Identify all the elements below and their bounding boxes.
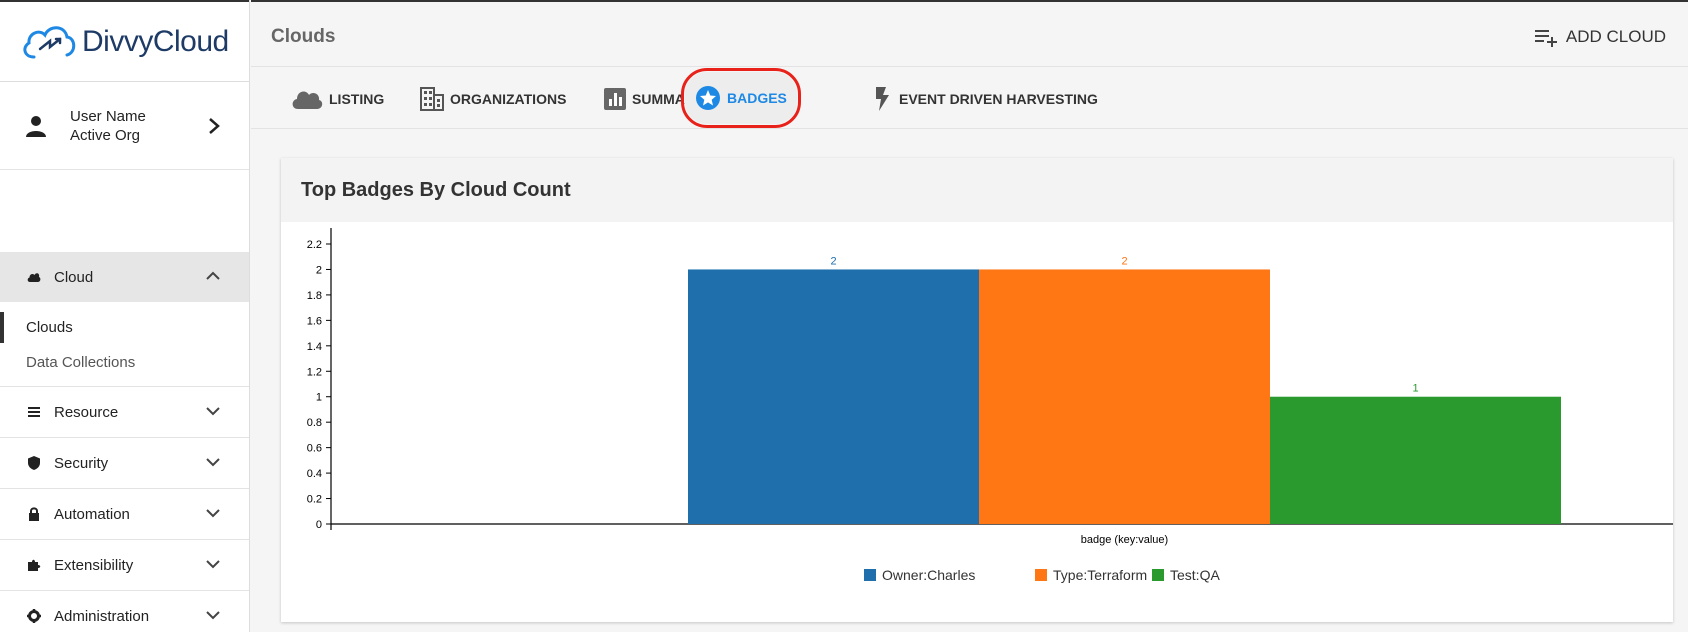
nav-extensibility-label: Extensibility	[54, 556, 134, 574]
tab-event-driven-harvesting[interactable]: EVENT DRIVEN HARVESTING	[873, 81, 1098, 117]
tab-badges[interactable]: BADGES	[681, 68, 801, 128]
list-icon	[26, 404, 42, 420]
y-tick-label: 2.2	[307, 239, 322, 251]
cloud-icon	[26, 269, 42, 285]
nav-automation-label: Automation	[54, 505, 130, 523]
tab-organizations[interactable]: ORGANIZATIONS	[420, 81, 566, 117]
y-tick-label: 0.4	[307, 468, 322, 480]
chevron-up-icon	[206, 271, 220, 280]
y-tick-label: 1.4	[307, 341, 322, 353]
y-tick-label: 1	[316, 392, 322, 404]
cloud-icon	[292, 91, 323, 109]
nav-cloud-label: Cloud	[54, 268, 94, 286]
user-name: User Name	[70, 107, 146, 125]
tab-bar: LISTING ORGANIZATIONS SUMMARY BADGES EVE…	[251, 67, 1688, 129]
legend-label: Type:Terraform	[1053, 567, 1147, 583]
bar-value-label: 2	[1121, 255, 1127, 267]
legend-swatch	[864, 569, 876, 581]
user-menu[interactable]: User Name Active Org	[0, 82, 249, 170]
chevron-down-icon	[206, 407, 220, 416]
lightning-icon	[876, 87, 889, 111]
chart-card: Top Badges By Cloud Count 0 0.2 0.4 0.6 0.8 1…	[281, 158, 1673, 622]
bar-1	[688, 269, 979, 524]
bar-value-label: 1	[1412, 383, 1418, 395]
legend-label: Owner:Charles	[882, 567, 975, 583]
y-tick-label: 0.8	[307, 417, 322, 429]
bar-value-label: 2	[830, 255, 836, 267]
legend-label: Test:QA	[1170, 567, 1220, 583]
building-icon	[420, 87, 444, 111]
person-icon	[26, 115, 46, 137]
y-tick-label: 0.2	[307, 494, 322, 506]
puzzle-icon	[26, 557, 42, 573]
nav-resource-label: Resource	[54, 403, 119, 421]
y-tick-label: 1.8	[307, 290, 322, 302]
lock-icon	[26, 506, 42, 522]
chevron-right-icon	[209, 118, 220, 134]
chevron-down-icon	[206, 611, 220, 620]
shield-icon	[26, 455, 42, 471]
chevron-down-icon	[206, 509, 220, 518]
y-tick-label: 1.6	[307, 315, 322, 327]
nav-item-clouds[interactable]: Clouds	[0, 310, 249, 345]
bar-2	[979, 269, 1270, 524]
sidebar: DivvyCloud User Name Active Org Cloud Cl…	[0, 0, 250, 632]
y-tick-label: 0	[316, 519, 322, 531]
nav-automation[interactable]: Automation	[0, 489, 249, 539]
nav-resource[interactable]: Resource	[0, 387, 249, 437]
bar-chart: 0 0.2 0.4 0.6 0.8 1 1.2 1.4 1.6 1.8 2 2.2 2 2 1 badge (…	[307, 228, 1673, 583]
chevron-down-icon	[206, 458, 220, 467]
star-badge-icon	[696, 86, 720, 110]
brand-name: DivvyCloud	[82, 24, 229, 58]
add-cloud-label: ADD CLOUD	[1565, 27, 1666, 46]
nav-administration[interactable]: Administration	[0, 591, 249, 632]
nav-cloud[interactable]: Cloud	[0, 252, 249, 302]
tab-listing[interactable]: LISTING	[291, 81, 384, 117]
legend-swatch	[1035, 569, 1047, 581]
bar-chart-icon	[604, 88, 626, 110]
y-tick-label: 1.2	[307, 366, 322, 378]
page-title: Clouds	[271, 26, 336, 47]
nav-administration-label: Administration	[54, 607, 150, 625]
cloud-logo-icon	[23, 25, 76, 58]
brand-logo[interactable]: DivvyCloud	[0, 0, 249, 82]
card-title: Top Badges By Cloud Count	[281, 158, 1673, 222]
add-cloud-button[interactable]: ADD CLOUD	[1534, 27, 1666, 47]
gear-icon	[26, 608, 42, 624]
nav-section-cloud: Cloud Clouds Data Collections	[0, 252, 249, 387]
bar-3	[1270, 396, 1561, 524]
header: Clouds ADD CLOUD	[251, 0, 1688, 67]
x-axis-label: badge (key:value)	[1081, 534, 1168, 546]
nav-extensibility[interactable]: Extensibility	[0, 540, 249, 590]
legend-swatch	[1152, 569, 1164, 581]
playlist-add-icon	[1534, 30, 1557, 47]
nav-item-data-collections[interactable]: Data Collections	[0, 345, 249, 380]
chevron-down-icon	[206, 560, 220, 569]
nav-security[interactable]: Security	[0, 438, 249, 488]
y-tick-label: 2	[316, 264, 322, 276]
user-org: Active Org	[70, 126, 141, 144]
nav-security-label: Security	[54, 454, 109, 472]
y-tick-label: 0.6	[307, 443, 322, 455]
